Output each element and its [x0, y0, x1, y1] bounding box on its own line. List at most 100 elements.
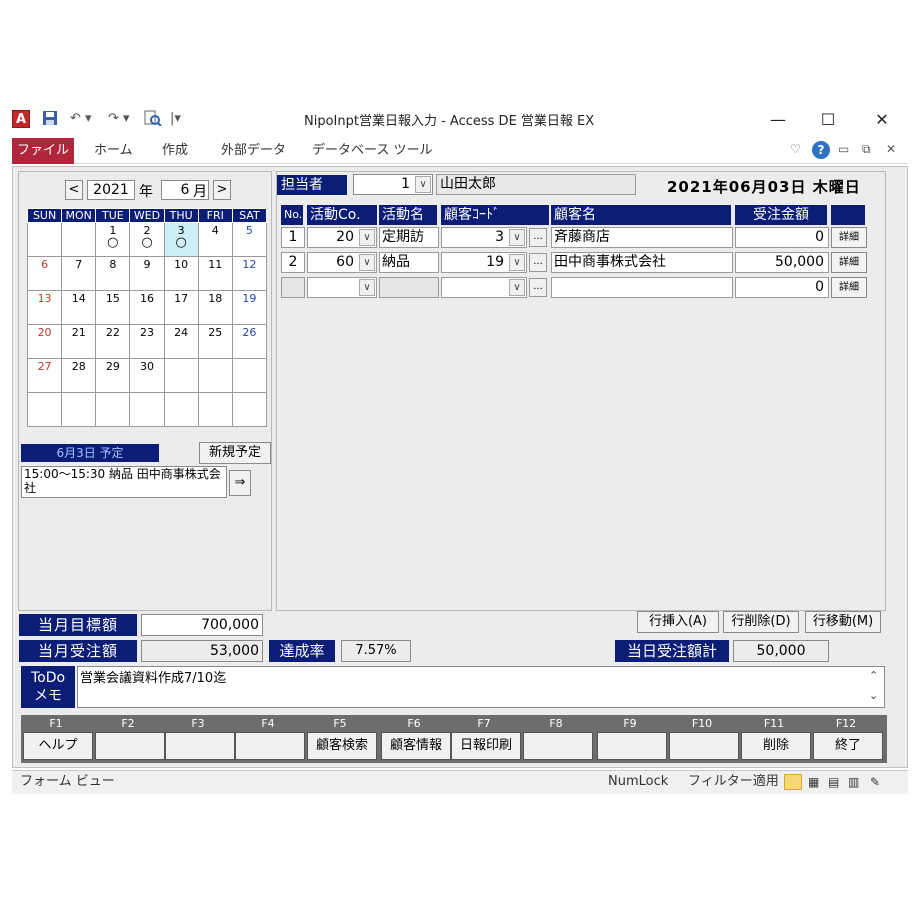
- undo-icon[interactable]: ↶ ▾: [70, 110, 92, 128]
- fkey-button-7[interactable]: 日報印刷: [451, 732, 521, 760]
- calendar-day[interactable]: 4: [197, 222, 233, 257]
- calendar-day[interactable]: 28: [61, 358, 97, 393]
- fkey-button-6[interactable]: 顧客情報: [381, 732, 451, 760]
- customize-qat-icon[interactable]: |▾: [170, 110, 181, 128]
- minimize-button[interactable]: —: [758, 106, 798, 134]
- customer-name-field[interactable]: 斉藤商店: [551, 227, 733, 248]
- calendar-day[interactable]: [61, 392, 97, 427]
- print-preview-icon[interactable]: [144, 110, 162, 128]
- calendar-day[interactable]: 7: [61, 256, 97, 291]
- detail-button[interactable]: 詳細: [831, 227, 867, 248]
- calendar-day[interactable]: [197, 358, 233, 393]
- memo-scroll-down-icon[interactable]: ⌄: [869, 689, 878, 702]
- restore-window-icon[interactable]: ⧉: [862, 142, 871, 157]
- maximize-button[interactable]: ☐: [808, 106, 848, 134]
- calendar-day[interactable]: 19: [231, 290, 268, 325]
- detail-button[interactable]: 詳細: [831, 252, 867, 273]
- todo-memo-field[interactable]: 営業会議資料作成7/10迄: [77, 666, 885, 708]
- insert-row-button[interactable]: 行挿入(A): [637, 611, 719, 633]
- activity-code-dropdown-icon[interactable]: ∨: [359, 279, 375, 296]
- calendar-day[interactable]: [26, 222, 63, 257]
- customer-name-field[interactable]: 田中商事株式会社: [551, 252, 733, 273]
- fkey-button-1[interactable]: ヘルプ: [23, 732, 93, 760]
- customer-lookup-button[interactable]: ...: [529, 278, 547, 297]
- calendar-day[interactable]: [129, 392, 165, 427]
- calendar-day[interactable]: [163, 358, 199, 393]
- datasheet-view-icon[interactable]: ▦: [808, 771, 819, 793]
- calendar-day[interactable]: 11: [197, 256, 233, 291]
- fkey-button-5[interactable]: 顧客検索: [307, 732, 377, 760]
- calendar-day[interactable]: [231, 392, 268, 427]
- calendar-day[interactable]: [95, 392, 131, 427]
- tab-home[interactable]: ホーム: [94, 138, 133, 164]
- year-field[interactable]: 2021: [87, 180, 135, 200]
- access-app-icon[interactable]: A: [12, 110, 30, 128]
- tell-me-icon[interactable]: ♡: [790, 142, 801, 156]
- save-icon[interactable]: [42, 110, 58, 128]
- calendar-day[interactable]: 10: [163, 256, 199, 291]
- calendar-day[interactable]: [197, 392, 233, 427]
- customer-code-dropdown-icon[interactable]: ∨: [509, 254, 525, 271]
- calendar-day[interactable]: 29: [95, 358, 131, 393]
- open-schedule-button[interactable]: ⇒: [229, 470, 251, 496]
- calendar-day[interactable]: 8: [95, 256, 131, 291]
- fkey-button-4[interactable]: [235, 732, 305, 760]
- fkey-button-2[interactable]: [95, 732, 165, 760]
- help-icon[interactable]: ?: [812, 141, 830, 159]
- design-view-icon[interactable]: ▥: [848, 771, 859, 793]
- form-view-icon[interactable]: [784, 774, 802, 790]
- activity-code-dropdown-icon[interactable]: ∨: [359, 254, 375, 271]
- calendar-day[interactable]: 13: [26, 290, 63, 325]
- customer-name-field[interactable]: [551, 277, 733, 298]
- tab-external-data[interactable]: 外部データ: [221, 138, 286, 164]
- calendar-day[interactable]: 3 ○: [163, 222, 199, 257]
- calendar-day[interactable]: 9: [129, 256, 165, 291]
- new-schedule-button[interactable]: 新規予定: [199, 442, 271, 464]
- delete-row-button[interactable]: 行削除(D): [723, 611, 799, 633]
- layout-view-icon[interactable]: ▤: [828, 771, 839, 793]
- calendar-day[interactable]: 25: [197, 324, 233, 359]
- fkey-button-12[interactable]: 終了: [813, 732, 883, 760]
- customer-lookup-button[interactable]: ...: [529, 253, 547, 272]
- calendar-day[interactable]: 2 ○: [129, 222, 165, 257]
- activity-code-dropdown-icon[interactable]: ∨: [359, 229, 375, 246]
- fkey-button-10[interactable]: [669, 732, 739, 760]
- customer-code-dropdown-icon[interactable]: ∨: [509, 229, 525, 246]
- close-button[interactable]: ✕: [862, 106, 902, 134]
- order-amount-field[interactable]: 0: [735, 277, 829, 298]
- calendar-day[interactable]: [231, 358, 268, 393]
- fkey-button-3[interactable]: [165, 732, 235, 760]
- memo-scroll-up-icon[interactable]: ⌃: [869, 669, 878, 682]
- tab-file[interactable]: ファイル: [12, 138, 74, 164]
- design-ruler-icon[interactable]: ✎: [870, 771, 880, 793]
- close-form-icon[interactable]: ✕: [886, 142, 896, 156]
- calendar-day[interactable]: 20: [26, 324, 63, 359]
- calendar-day[interactable]: 6: [26, 256, 63, 291]
- calendar-day[interactable]: 14: [61, 290, 97, 325]
- move-row-button[interactable]: 行移動(M): [805, 611, 881, 633]
- tab-database-tools[interactable]: データベース ツール: [312, 138, 432, 164]
- fkey-button-9[interactable]: [597, 732, 667, 760]
- next-month-button[interactable]: >: [213, 180, 231, 200]
- staff-dropdown-icon[interactable]: ∨: [415, 176, 431, 193]
- redo-icon[interactable]: ↷ ▾: [108, 110, 130, 128]
- calendar-day[interactable]: 15: [95, 290, 131, 325]
- customer-lookup-button[interactable]: ...: [529, 228, 547, 247]
- calendar-day[interactable]: 12: [231, 256, 268, 291]
- calendar-day[interactable]: 22: [95, 324, 131, 359]
- calendar-day[interactable]: 26: [231, 324, 268, 359]
- calendar-day[interactable]: 16: [129, 290, 165, 325]
- calendar-day[interactable]: 30: [129, 358, 165, 393]
- schedule-item[interactable]: 15:00～15:30 納品 田中商事株式会社: [21, 466, 227, 498]
- calendar-day[interactable]: [163, 392, 199, 427]
- order-amount-field[interactable]: 50,000: [735, 252, 829, 273]
- calendar-day[interactable]: 21: [61, 324, 97, 359]
- calendar-day[interactable]: 5: [231, 222, 268, 257]
- ribbon-minimize-icon[interactable]: ▭: [838, 142, 849, 156]
- calendar-day[interactable]: 17: [163, 290, 199, 325]
- calendar-day[interactable]: 23: [129, 324, 165, 359]
- fkey-button-11[interactable]: 削除: [741, 732, 811, 760]
- calendar-day[interactable]: 18: [197, 290, 233, 325]
- detail-button[interactable]: 詳細: [831, 277, 867, 298]
- calendar-day[interactable]: [61, 222, 97, 257]
